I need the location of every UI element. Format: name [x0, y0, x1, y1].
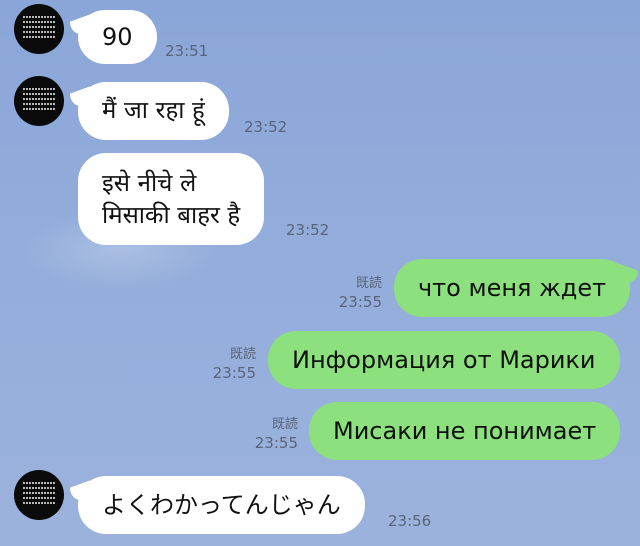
- message-time: 23:56: [388, 512, 432, 530]
- message-bubble-outgoing[interactable]: Мисаки не понимает: [309, 402, 621, 460]
- message-text: 90: [102, 23, 133, 51]
- message-time: 23:51: [165, 42, 209, 60]
- read-receipt: 既読: [271, 417, 298, 432]
- message-meta: 既読 23:55: [246, 416, 298, 452]
- message-text: Информация от Марики: [292, 346, 596, 374]
- read-receipt: 既読: [229, 347, 256, 362]
- message-bubble-outgoing[interactable]: Информация от Марики: [268, 331, 620, 389]
- contact-avatar[interactable]: [14, 76, 64, 126]
- message-text: よくわかってんじゃん: [102, 491, 341, 519]
- message-bubble-incoming[interactable]: 90: [78, 10, 157, 64]
- read-receipt: 既読: [355, 276, 382, 291]
- chat-area[interactable]: 90 23:51 मैं जा रहा हूं 23:52 इसे नीचे ल…: [0, 0, 640, 546]
- message-bubble-incoming[interactable]: इसे नीचे ले मिसाकी बाहर है: [78, 153, 265, 245]
- message-meta: 既読 23:55: [204, 346, 256, 382]
- contact-avatar[interactable]: [14, 470, 64, 520]
- contact-avatar[interactable]: [14, 4, 64, 54]
- message-bubble-incoming[interactable]: मैं जा रहा हूं: [78, 82, 229, 140]
- message-bubble-incoming[interactable]: よくわかってんじゃん: [78, 476, 365, 534]
- message-time: 23:55: [338, 293, 382, 311]
- message-bubble-outgoing[interactable]: что меня ждет: [394, 259, 631, 317]
- message-text: इसे नीचे ले मिसाकी बाहर है: [102, 169, 241, 229]
- message-time: 23:55: [254, 434, 298, 452]
- message-meta: 既読 23:55: [330, 275, 382, 311]
- message-time: 23:52: [244, 118, 288, 136]
- message-time: 23:55: [212, 364, 256, 382]
- message-time: 23:52: [286, 221, 330, 239]
- message-text: что меня ждет: [418, 274, 607, 302]
- message-text: Мисаки не понимает: [333, 417, 597, 445]
- message-text: मैं जा रहा हूं: [102, 96, 205, 124]
